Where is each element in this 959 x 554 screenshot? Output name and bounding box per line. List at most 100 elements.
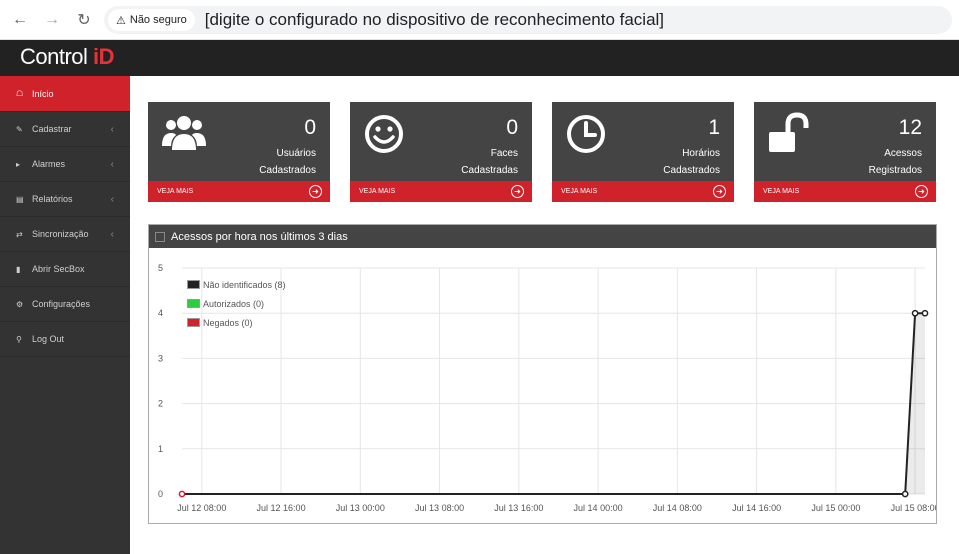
security-chip[interactable]: ⚠ Não seguro — [108, 9, 195, 31]
see-more-link[interactable]: VEJA MAIS ➜ — [350, 181, 532, 202]
sidebar-item-label: Cadastrar — [32, 124, 72, 134]
x-tick-label: Jul 12 08:00 — [177, 503, 226, 513]
sidebar-item-4[interactable]: ⇄ Sincronização ‹ — [0, 217, 130, 252]
card-label-secondary: Cadastradas — [461, 165, 518, 176]
x-tick-label: Jul 12 16:00 — [257, 503, 306, 513]
legend-label: Negados (0) — [203, 317, 253, 328]
card-value: 1 — [708, 116, 720, 139]
chart-panel-header: Acessos por hora nos últimos 3 dias — [149, 225, 936, 248]
legend-swatch — [187, 299, 200, 308]
sidebar-item-label: Relatórios — [32, 194, 73, 204]
sidebar-item-label: Abrir SecBox — [32, 264, 85, 274]
legend-item-1[interactable]: Autorizados (0) — [187, 294, 286, 313]
security-label: Não seguro — [129, 14, 187, 26]
sidebar-item-label: Início — [32, 88, 54, 99]
stat-card-3: 12 Acessos Registrados VEJA MAIS ➜ — [754, 102, 936, 202]
url-text[interactable]: [digite o configurado no dispositivo de … — [205, 10, 664, 30]
data-point — [911, 309, 919, 317]
reload-icon[interactable]: ↻ — [70, 6, 98, 34]
chart-title: Acessos por hora nos últimos 3 dias — [171, 230, 348, 243]
chevron-left-icon: ‹ — [110, 193, 114, 205]
card-value: 0 — [506, 116, 518, 139]
shuffle-icon: ⇄ — [16, 229, 23, 239]
x-tick-label: Jul 14 00:00 — [574, 503, 623, 513]
y-tick-label: 3 — [158, 353, 163, 363]
sidebar-item-5[interactable]: ▮ Abrir SecBox — [0, 252, 130, 287]
see-more-label: VEJA MAIS — [561, 188, 598, 195]
x-tick-label: Jul 13 08:00 — [415, 503, 464, 513]
smile-icon — [362, 110, 410, 158]
brand-logo[interactable]: Control iD — [20, 44, 115, 70]
x-tick-label: Jul 15 08:00 — [891, 503, 936, 513]
arrow-right-icon: ➜ — [915, 185, 928, 198]
stat-card-2: 1 Horários Cadastrados VEJA MAIS ➜ — [552, 102, 734, 202]
sidebar-item-label: Configurações — [32, 299, 91, 309]
y-tick-label: 4 — [158, 308, 163, 318]
bar-chart-icon: ▤ — [16, 194, 24, 204]
card-label-secondary: Cadastrados — [663, 165, 720, 176]
sidebar-item-6[interactable]: ⚙ Configurações — [0, 287, 130, 322]
card-value: 0 — [304, 116, 316, 139]
y-tick-label: 0 — [158, 489, 163, 499]
see-more-link[interactable]: VEJA MAIS ➜ — [148, 181, 330, 202]
megaphone-icon: ▸ — [16, 159, 21, 169]
unlock-icon — [766, 110, 814, 158]
sidebar-item-label: Alarmes — [32, 159, 66, 169]
data-point — [178, 490, 186, 498]
panel-icon — [155, 231, 165, 242]
clock-icon — [564, 110, 612, 158]
app-header: Control iD — [0, 40, 959, 76]
legend-item-2[interactable]: Negados (0) — [187, 313, 286, 332]
x-tick-label: Jul 14 16:00 — [732, 503, 781, 513]
legend-item-0[interactable]: Não identificados (8) — [187, 275, 286, 294]
see-more-link[interactable]: VEJA MAIS ➜ — [552, 181, 734, 202]
legend-swatch — [187, 318, 200, 327]
gears-icon: ⚙ — [16, 299, 24, 309]
card-label: Acessos — [884, 148, 922, 159]
forward-icon[interactable]: → — [38, 6, 66, 34]
chart-legend: Não identificados (8) Autorizados (0) Nega… — [187, 275, 286, 332]
edit-icon: ✎ — [16, 124, 23, 134]
address-bar[interactable]: ⚠ Não seguro [digite o configurado no di… — [104, 6, 952, 34]
x-tick-label: Jul 13 00:00 — [336, 503, 385, 513]
sidebar-item-1[interactable]: ✎ Cadastrar ‹ — [0, 112, 130, 147]
card-label: Usuários — [276, 148, 316, 159]
arrow-right-icon: ➜ — [511, 185, 524, 198]
sidebar-item-0[interactable]: ☖ Início — [0, 76, 130, 112]
x-tick-label: Jul 13 16:00 — [494, 503, 543, 513]
columns-icon: ▮ — [16, 264, 21, 274]
card-value: 12 — [898, 116, 922, 139]
sidebar-item-7[interactable]: ⚲ Log Out — [0, 322, 130, 357]
arrow-right-icon: ➜ — [309, 185, 322, 198]
chevron-left-icon: ‹ — [110, 158, 114, 170]
sidebar-item-label: Sincronização — [32, 229, 89, 239]
see-more-label: VEJA MAIS — [763, 188, 800, 195]
warning-icon: ⚠ — [116, 14, 126, 27]
browser-toolbar: ← → ↻ ⚠ Não seguro [digite o configurado… — [0, 0, 959, 40]
users-icon — [160, 110, 208, 158]
key-icon: ⚲ — [16, 334, 22, 344]
card-label-secondary: Cadastrados — [259, 165, 316, 176]
chevron-left-icon: ‹ — [110, 123, 114, 135]
data-point — [901, 490, 909, 498]
sidebar-item-2[interactable]: ▸ Alarmes ‹ — [0, 147, 130, 182]
legend-swatch — [187, 280, 200, 289]
y-tick-label: 1 — [158, 444, 163, 454]
chevron-left-icon: ‹ — [110, 228, 114, 240]
card-label-secondary: Registrados — [868, 165, 922, 176]
see-more-link[interactable]: VEJA MAIS ➜ — [754, 181, 936, 202]
x-tick-label: Jul 14 08:00 — [653, 503, 702, 513]
card-label: Faces — [490, 148, 518, 159]
chart-panel: Acessos por hora nos últimos 3 dias 0 1 2 3… — [148, 224, 937, 524]
see-more-label: VEJA MAIS — [359, 188, 396, 195]
legend-label: Autorizados (0) — [203, 298, 265, 309]
back-icon[interactable]: ← — [6, 6, 34, 34]
arrow-right-icon: ➜ — [713, 185, 726, 198]
y-tick-label: 2 — [158, 399, 163, 409]
data-point — [921, 309, 929, 317]
y-tick-label: 5 — [158, 263, 163, 273]
stat-card-1: 0 Faces Cadastradas VEJA MAIS ➜ — [350, 102, 532, 202]
sidebar: ☖ Início ✎ Cadastrar ‹ ▸ Alarmes ‹ ▤ Relatórios ‹ ⇄… — [0, 76, 130, 554]
home-icon: ☖ — [16, 89, 24, 98]
sidebar-item-3[interactable]: ▤ Relatórios ‹ — [0, 182, 130, 217]
